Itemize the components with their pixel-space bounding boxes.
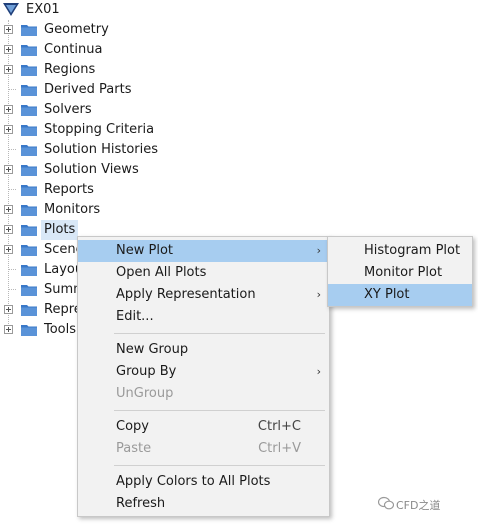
folder-icon	[21, 285, 37, 296]
menu-item-label: Apply Colors to All Plots	[116, 474, 271, 489]
submenu-arrow-icon: ›	[316, 365, 321, 378]
expand-icon[interactable]	[4, 25, 13, 34]
new-plot-submenu: Histogram Plot Monitor Plot XY Plot	[327, 236, 473, 307]
menu-item-label: Open All Plots	[116, 265, 207, 280]
expand-icon[interactable]	[4, 245, 13, 254]
folder-icon	[21, 25, 37, 36]
context-menu: New Plot › Open All Plots Apply Represen…	[77, 236, 330, 517]
tree-item-label: Geometry	[44, 22, 109, 37]
tree-root-label: EX01	[26, 2, 60, 17]
menu-item-label: Group By	[116, 364, 177, 379]
watermark-text: CFD之道	[396, 499, 441, 512]
tree-item-label: Continua	[44, 42, 103, 57]
tree-item-label: Monitors	[44, 202, 101, 217]
tree-connector	[9, 189, 16, 190]
tree-connector	[9, 289, 16, 290]
folder-icon	[21, 165, 37, 176]
folder-icon	[21, 85, 37, 96]
menu-item-ungroup: UnGroup	[78, 383, 329, 405]
menu-separator	[114, 333, 325, 334]
tree-item-label: Reports	[44, 182, 94, 197]
simulation-root-icon	[3, 3, 19, 16]
submenu-item-xy-plot[interactable]: XY Plot	[328, 284, 472, 306]
expand-icon[interactable]	[4, 205, 13, 214]
wechat-icon	[378, 496, 394, 510]
menu-item-label: Refresh	[116, 496, 166, 511]
expand-icon[interactable]	[4, 165, 13, 174]
tree-item-label: Regions	[44, 62, 96, 77]
menu-item-label: Edit...	[116, 309, 154, 324]
menu-item-group-by[interactable]: Group By ›	[78, 361, 329, 383]
expand-icon[interactable]	[4, 65, 13, 74]
menu-item-label: Monitor Plot	[364, 265, 443, 280]
folder-icon	[21, 65, 37, 76]
expand-icon[interactable]	[4, 105, 13, 114]
menu-separator	[114, 465, 325, 466]
tree-connector	[9, 269, 16, 270]
menu-item-label: Histogram Plot	[364, 243, 461, 258]
expand-icon[interactable]	[4, 225, 13, 234]
folder-icon	[21, 265, 37, 276]
menu-item-paste: Paste Ctrl+V	[78, 438, 329, 460]
folder-icon	[21, 205, 37, 216]
expand-icon[interactable]	[4, 45, 13, 54]
submenu-item-histogram-plot[interactable]: Histogram Plot	[328, 240, 472, 262]
menu-item-label: Copy	[116, 419, 149, 434]
menu-item-apply-representation[interactable]: Apply Representation ›	[78, 284, 329, 306]
menu-item-apply-colors[interactable]: Apply Colors to All Plots	[78, 471, 329, 493]
menu-item-label: UnGroup	[116, 386, 174, 401]
menu-separator	[114, 410, 325, 411]
folder-icon	[21, 225, 37, 236]
expand-icon[interactable]	[4, 125, 13, 134]
menu-item-new-group[interactable]: New Group	[78, 339, 329, 361]
expand-icon[interactable]	[4, 325, 13, 334]
menu-item-shortcut: Ctrl+V	[258, 441, 301, 456]
tree-item-label: Stopping Criteria	[44, 122, 155, 137]
tree-connector	[9, 89, 16, 90]
submenu-arrow-icon: ›	[316, 244, 321, 257]
tree-item-label: Solvers	[44, 102, 92, 117]
menu-item-label: XY Plot	[364, 287, 410, 302]
menu-item-shortcut: Ctrl+C	[257, 419, 301, 434]
tree-item-label: Plots	[41, 220, 79, 240]
folder-icon	[21, 145, 37, 156]
menu-item-new-plot[interactable]: New Plot ›	[78, 240, 329, 262]
folder-icon	[21, 185, 37, 196]
menu-item-refresh[interactable]: Refresh	[78, 493, 329, 515]
menu-item-label: New Plot	[116, 243, 173, 258]
tree-item-label: Tools	[44, 322, 77, 337]
tree-connector	[9, 149, 16, 150]
folder-icon	[21, 105, 37, 116]
submenu-item-monitor-plot[interactable]: Monitor Plot	[328, 262, 472, 284]
folder-icon	[21, 45, 37, 56]
expand-icon[interactable]	[4, 305, 13, 314]
folder-icon	[21, 245, 37, 256]
tree-item-label: Solution Histories	[44, 142, 159, 157]
menu-item-open-all-plots[interactable]: Open All Plots	[78, 262, 329, 284]
submenu-arrow-icon: ›	[316, 288, 321, 301]
menu-item-label: Apply Representation	[116, 287, 256, 302]
menu-item-label: Paste	[116, 441, 152, 456]
tree-item-label: Solution Views	[44, 162, 139, 177]
folder-icon	[21, 325, 37, 336]
folder-icon	[21, 125, 37, 136]
menu-item-label: New Group	[116, 342, 189, 357]
tree-item-label: Derived Parts	[44, 82, 132, 97]
menu-item-copy[interactable]: Copy Ctrl+C	[78, 416, 329, 438]
menu-item-edit[interactable]: Edit...	[78, 306, 329, 328]
folder-icon	[21, 305, 37, 316]
